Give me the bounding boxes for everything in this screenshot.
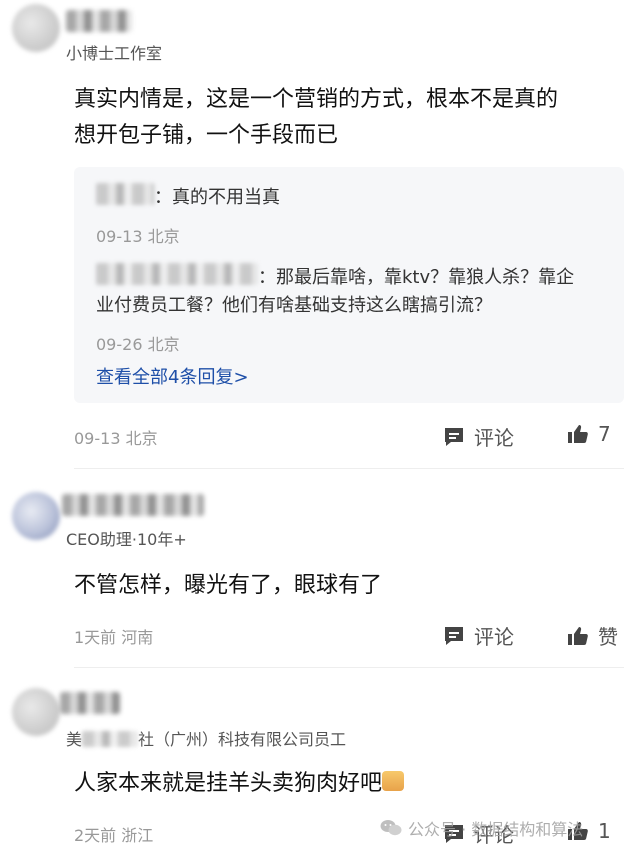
comment-text: 真实内情是，这是一个营销的方式，根本不是真的 想开包子铺，一个手段而已 <box>74 82 558 154</box>
thumbs-up-icon <box>568 425 588 443</box>
reply-box: ：真的不用当真 09-13 北京 ：那最后靠啥，靠ktv？靠狼人杀？靠企 业付费… <box>74 167 624 403</box>
like-count: 7 <box>598 422 611 446</box>
comment-text: 人家本来就是挂羊头卖狗肉好吧 <box>74 766 405 802</box>
comment-meta: 1天前 河南 <box>74 628 154 647</box>
reply-1-text: ：真的不用当真 <box>154 187 280 208</box>
author-subtitle-blurred <box>82 731 139 747</box>
avatar[interactable] <box>12 4 60 52</box>
divider <box>74 667 624 668</box>
divider <box>74 468 624 469</box>
watermark: 公众号 · 数据结构和算法 <box>380 816 583 840</box>
like-count: 1 <box>598 819 611 843</box>
author-subtitle: 小博士工作室 <box>66 44 163 63</box>
comment-button[interactable]: 评论 <box>442 422 514 451</box>
reply-2-meta: 09-26 北京 <box>96 335 180 354</box>
comment-2: CEO助理·10年+ 不管怎样，曝光有了，眼球有了 1天前 河南 评论 赞 <box>0 488 624 668</box>
comment-text: 不管怎样，曝光有了，眼球有了 <box>74 573 383 598</box>
avatar[interactable] <box>12 492 60 540</box>
like-button[interactable]: 7 <box>566 422 611 446</box>
reply-author-blurred[interactable] <box>96 263 258 285</box>
thumbs-up-icon <box>568 626 588 645</box>
reply-author-blurred[interactable] <box>96 183 154 205</box>
reply-2-text-line-1: ：那最后靠啥，靠ktv？靠狼人杀？靠企 <box>258 267 575 288</box>
author-name-blurred[interactable] <box>60 692 120 714</box>
smile-emoji-icon <box>382 771 405 791</box>
author-subtitle-text: 社（广州）科技有限公司员工 <box>138 730 347 749</box>
watermark-text: 公众号 · 数据结构和算法 <box>408 820 584 839</box>
avatar[interactable] <box>12 688 60 736</box>
comment-meta: 09-13 北京 <box>74 429 158 448</box>
like-button[interactable]: 赞 <box>566 621 618 650</box>
comment-bubble-icon <box>445 427 463 446</box>
comment-text-line-2: 想开包子铺，一个手段而已 <box>74 123 339 148</box>
comment-button[interactable]: 评论 <box>442 621 514 650</box>
reply-1-meta: 09-13 北京 <box>96 227 180 246</box>
author-name-blurred[interactable] <box>62 494 204 516</box>
wechat-icon <box>380 820 402 836</box>
comment-label: 评论 <box>474 625 514 649</box>
comment-meta: 2天前 浙江 <box>74 826 154 845</box>
author-subtitle-prefix: 美 <box>66 730 83 749</box>
comment-bubble-icon <box>445 626 463 645</box>
comment-text-line-1: 真实内情是，这是一个营销的方式，根本不是真的 <box>74 87 559 112</box>
view-all-replies-link[interactable]: 查看全部4条回复> <box>96 363 249 389</box>
author-subtitle: CEO助理·10年+ <box>66 530 187 549</box>
comment-label: 评论 <box>474 426 514 450</box>
comment-text-content: 人家本来就是挂羊头卖狗肉好吧 <box>74 771 383 796</box>
reply-2-text-line-2: 业付费员工餐？他们有啥基础支持这么瞎搞引流？ <box>96 295 492 316</box>
comment-1: 小博士工作室 真实内情是，这是一个营销的方式，根本不是真的 想开包子铺，一个手段… <box>0 0 624 460</box>
like-label: 赞 <box>598 625 618 649</box>
author-name-blurred[interactable] <box>66 10 132 32</box>
author-subtitle: 美 社（广州）科技有限公司员工 <box>66 726 346 750</box>
